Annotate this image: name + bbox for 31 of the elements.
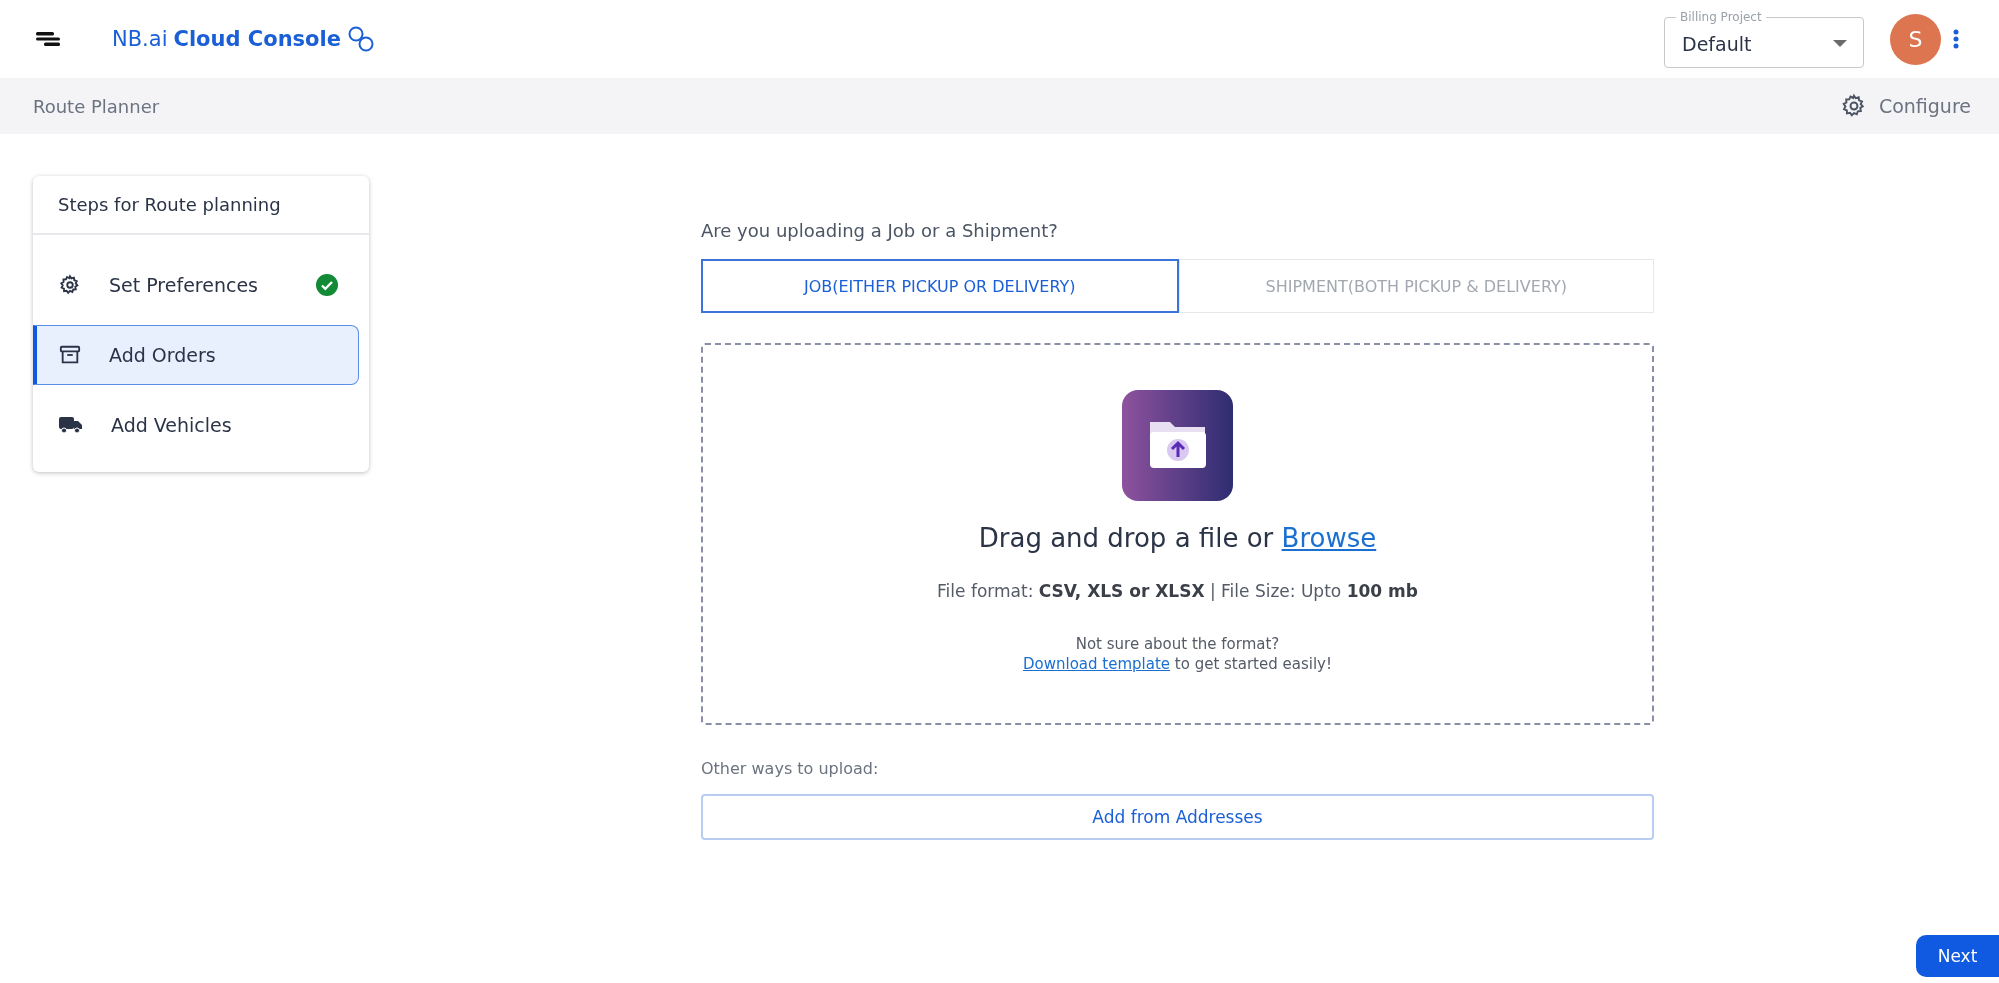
loop-logo-icon	[347, 25, 375, 53]
drag-drop-text: Drag and drop a file or	[978, 523, 1274, 553]
truck-icon	[59, 415, 83, 435]
download-template-link[interactable]: Download template	[1023, 655, 1171, 673]
archive-box-icon	[59, 344, 81, 366]
next-button[interactable]: Next	[1916, 935, 1999, 977]
settings-icon	[1840, 93, 1867, 119]
gear-icon	[59, 274, 81, 296]
menu-icon[interactable]	[36, 31, 62, 47]
other-ways-label: Other ways to upload:	[701, 759, 880, 778]
format-hint: Not sure about the format?	[1075, 635, 1280, 653]
step-item[interactable]: Set Preferences	[33, 255, 359, 315]
configure-button[interactable]: Configure	[1834, 92, 1977, 120]
more-options-icon[interactable]	[1953, 29, 1959, 49]
drop-zone[interactable]: Drag and drop a file or Browse File format: CSV, XLS or XLSX | File Size: Upto 100 mb Not sure about the format? Download template to get started easily!	[701, 343, 1654, 725]
billing-project-dropdown[interactable]: Billing Project Default	[1664, 10, 1864, 68]
steps-title: Steps for Route planning	[33, 176, 369, 235]
upload-type-tab[interactable]: JOB(EITHER PICKUP OR DELIVERY)	[701, 259, 1179, 313]
caret-icon	[1833, 39, 1847, 48]
step-item[interactable]: Add Orders	[33, 325, 359, 385]
brand-prefix: NB.ai	[112, 27, 168, 51]
file-format-info: File format: CSV, XLS or XLSX | File Size: Upto 100 mb	[937, 581, 1418, 601]
browse-link[interactable]: Browse	[1281, 523, 1377, 553]
template-hint-text: to get started easily!	[1174, 655, 1332, 673]
upload-question: Are you uploading a Job or a Shipment?	[701, 220, 1059, 241]
step-item[interactable]: Add Vehicles	[33, 395, 359, 455]
brand-name: Cloud Console	[173, 27, 341, 51]
user-avatar[interactable]: S	[1890, 13, 1941, 65]
folder-upload-icon	[1122, 390, 1233, 501]
page-title: Route Planner	[33, 95, 160, 117]
add-from-addresses-button[interactable]: Add from Addresses	[701, 794, 1654, 840]
